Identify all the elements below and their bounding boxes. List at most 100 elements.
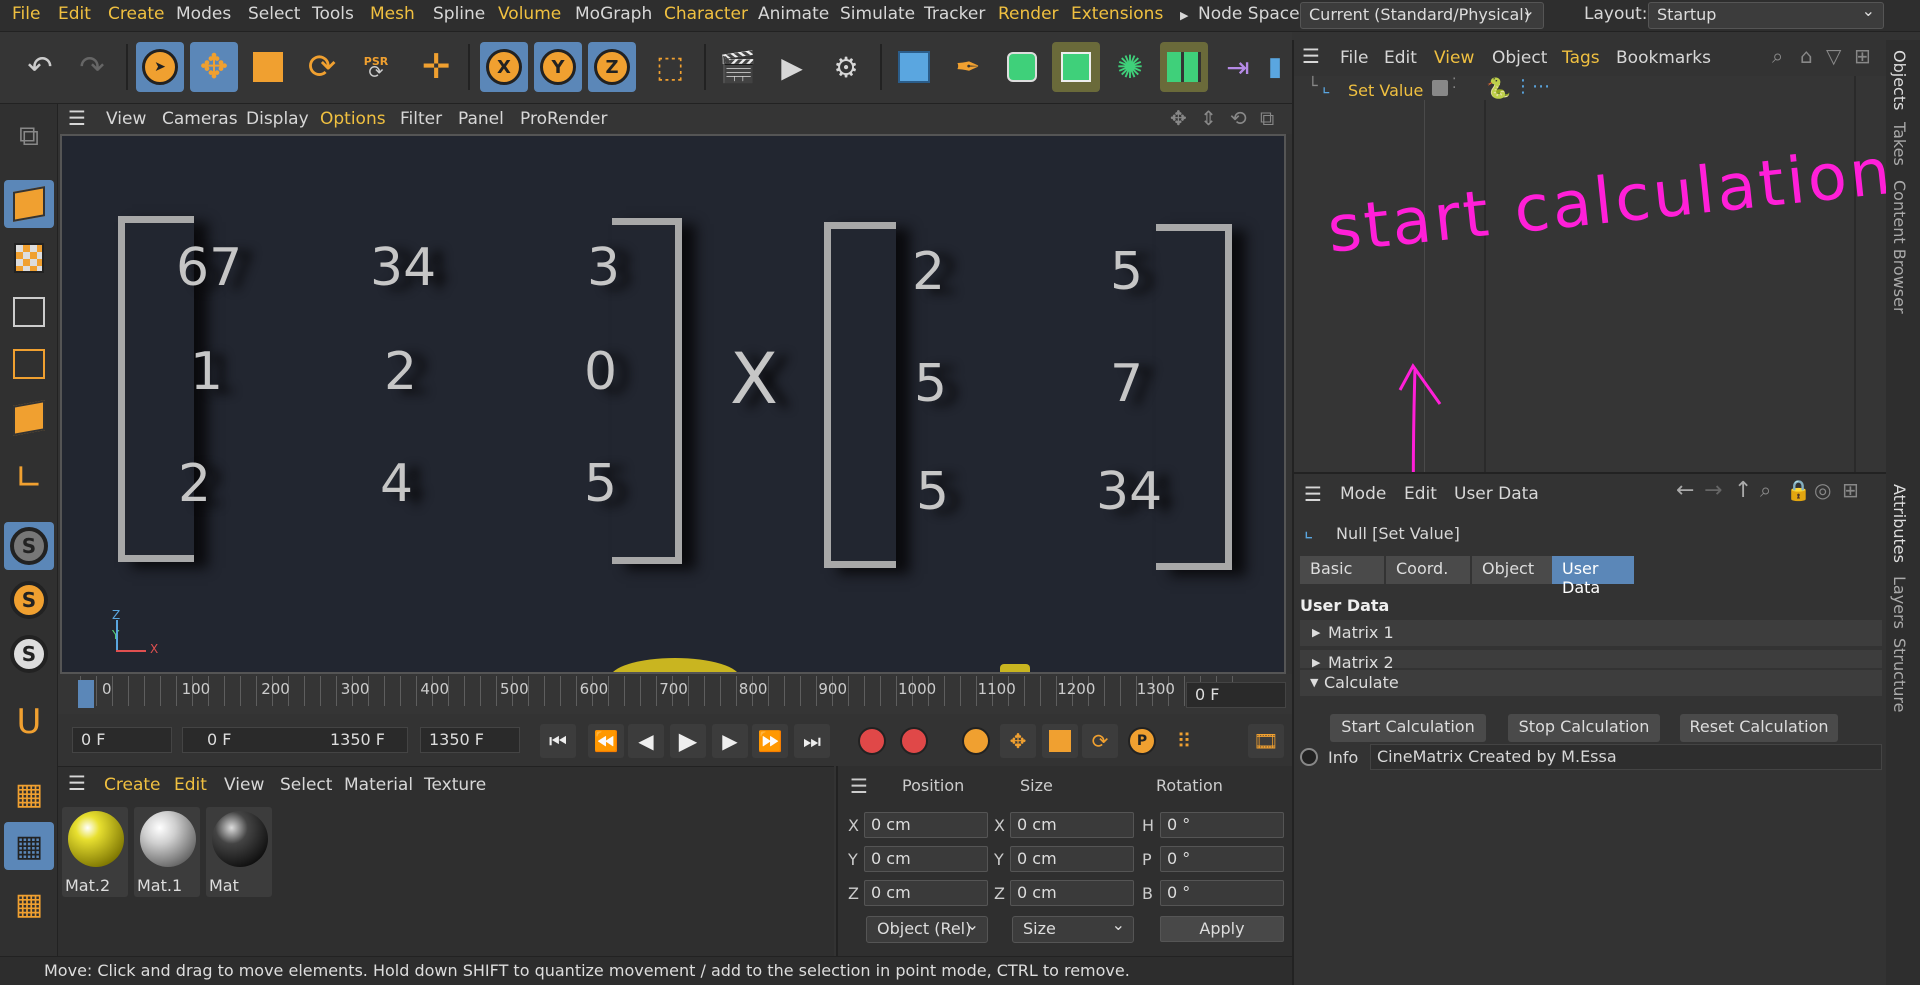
tab-content-browser[interactable]: Content Browser	[1890, 180, 1909, 314]
hamburger-menu-icon[interactable]: ☰	[68, 106, 86, 130]
key-rotation-icon[interactable]: ⟳	[1082, 724, 1118, 758]
workplane-icon[interactable]: ▦	[4, 770, 54, 818]
viewport-menu-panel[interactable]: Panel	[458, 109, 504, 129]
tab-layers[interactable]: Layers	[1890, 576, 1909, 629]
menu-render[interactable]: Render	[998, 4, 1059, 24]
lock-icon[interactable]: 🔒	[1786, 478, 1811, 502]
previous-key-icon[interactable]: ⏪	[588, 724, 624, 758]
menu-mograph[interactable]: MoGraph	[575, 4, 652, 24]
menu-edit[interactable]: Edit	[58, 4, 91, 24]
info-radio-icon[interactable]	[1300, 748, 1318, 766]
tab-takes[interactable]: Takes	[1890, 122, 1909, 166]
rotation-h-field[interactable]: 0 °	[1160, 812, 1284, 838]
next-frame-icon[interactable]: ▶	[712, 724, 748, 758]
key-position-icon[interactable]: ✥	[1000, 724, 1036, 758]
up-arrow-icon[interactable]: ↑	[1734, 478, 1752, 503]
world-coordinates-icon[interactable]: ⬚	[646, 42, 694, 92]
size-mode-dropdown[interactable]: Size	[1012, 915, 1134, 943]
position-x-field[interactable]: 0 cm	[864, 812, 988, 838]
attributes-menu-edit[interactable]: Edit	[1404, 484, 1437, 504]
object-name[interactable]: Set Value	[1348, 81, 1423, 100]
menu-character[interactable]: Character	[664, 4, 748, 24]
rotation-p-field[interactable]: 0 °	[1160, 846, 1284, 872]
menu-select[interactable]: Select	[248, 4, 300, 24]
menu-file[interactable]: File	[12, 4, 40, 24]
viewport-menu-cameras[interactable]: Cameras	[162, 109, 238, 129]
material-swatch[interactable]: Mat.1	[134, 807, 200, 897]
edit-visibility-icon[interactable]	[1432, 80, 1448, 96]
tab-objects[interactable]: Objects	[1890, 50, 1909, 110]
size-x-field[interactable]: 0 cm	[1010, 812, 1134, 838]
objects-menu-file[interactable]: File	[1340, 48, 1368, 68]
group-calculate[interactable]: ▼ Calculate	[1300, 670, 1882, 696]
workplane-snap-icon[interactable]: S	[4, 630, 54, 678]
menu-create[interactable]: Create	[108, 4, 165, 24]
key-pla-icon[interactable]: ⠿	[1166, 724, 1202, 758]
back-arrow-icon[interactable]: ←	[1676, 478, 1694, 503]
objects-menu-object[interactable]: Object	[1492, 48, 1547, 68]
tab-attributes[interactable]: Attributes	[1890, 484, 1909, 563]
move-tool-icon[interactable]: ✥	[190, 42, 238, 92]
snap-settings-icon[interactable]: S	[4, 576, 54, 624]
menu-tracker[interactable]: Tracker	[924, 4, 985, 24]
viewport-menu-view[interactable]: View	[106, 109, 146, 129]
render-visibility-icon[interactable]: ⁚	[1452, 76, 1456, 92]
material-swatch[interactable]: Mat	[206, 807, 272, 897]
autokey-icon[interactable]	[896, 724, 932, 758]
tab-user-data[interactable]: User Data	[1552, 556, 1634, 597]
current-frame-field[interactable]: 0 F	[1186, 682, 1286, 708]
forward-arrow-icon[interactable]: →	[1704, 478, 1722, 503]
tab-object[interactable]: Object	[1472, 556, 1556, 584]
playhead[interactable]	[78, 680, 94, 708]
menu-extensions[interactable]: Extensions	[1071, 4, 1163, 24]
polygons-mode-icon[interactable]	[4, 394, 54, 442]
frame-range-slider[interactable]: 0 F 1350 F	[182, 727, 408, 753]
hamburger-menu-icon[interactable]: ☰	[68, 771, 86, 795]
psr-tool-icon[interactable]: PSR ⟳	[352, 42, 400, 92]
attributes-menu-mode[interactable]: Mode	[1340, 484, 1386, 504]
target-icon[interactable]: ◎	[1814, 478, 1831, 502]
size-y-field[interactable]: 0 cm	[1010, 846, 1134, 872]
pan-view-icon[interactable]: ✥	[1170, 106, 1187, 130]
object-row[interactable]: └ ⌞ Set Value ⁚ 🐍 ⋮⋯	[1294, 76, 1888, 106]
snap-enable-icon[interactable]: S	[4, 522, 54, 570]
material-swatch[interactable]: Mat.2	[62, 807, 128, 897]
info-field[interactable]: CineMatrix Created by M.Essa	[1370, 744, 1882, 770]
new-panel-icon[interactable]: ⊞	[1842, 478, 1859, 502]
go-to-end-icon[interactable]: ⏭	[794, 724, 830, 758]
render-settings-icon[interactable]: ⚙	[822, 42, 870, 92]
pen-spline-icon[interactable]: ✒	[944, 42, 992, 92]
x-axis-lock-button[interactable]: X	[480, 42, 528, 92]
home-icon[interactable]: ⌂	[1800, 44, 1813, 68]
menu-mesh[interactable]: Mesh	[370, 4, 415, 24]
keyframe-selection-icon[interactable]	[958, 724, 994, 758]
go-to-start-icon[interactable]: ⏮	[540, 724, 576, 758]
redo-icon[interactable]: ↷	[68, 42, 116, 92]
rotate-view-icon[interactable]: ⟲	[1230, 106, 1247, 130]
model-mode-icon[interactable]	[4, 180, 54, 228]
hamburger-menu-icon[interactable]: ☰	[1304, 482, 1322, 506]
menu-modes[interactable]: Modes	[176, 4, 231, 24]
mograph-cloner-icon[interactable]: ✺	[1106, 42, 1154, 92]
make-editable-icon[interactable]: ⧉	[4, 112, 54, 160]
menu-spline[interactable]: Spline	[433, 4, 485, 24]
coordinate-system-icon[interactable]: ✛	[412, 42, 460, 92]
objects-menu-bookmarks[interactable]: Bookmarks	[1616, 48, 1711, 68]
material-menu-material[interactable]: Material	[344, 775, 413, 795]
zoom-view-icon[interactable]: ⇕	[1200, 106, 1217, 130]
coordinate-mode-dropdown[interactable]: Object (Rel)	[866, 915, 988, 943]
array-cloner-icon[interactable]	[1160, 42, 1208, 92]
key-parameter-icon[interactable]: P	[1124, 724, 1160, 758]
new-panel-icon[interactable]: ⊞	[1854, 44, 1871, 68]
undo-icon[interactable]: ↶	[16, 42, 64, 92]
cube-primitive-icon[interactable]	[890, 42, 938, 92]
timeline-window-icon[interactable]: 🎞	[1248, 724, 1284, 758]
search-icon[interactable]: ⌕	[1772, 44, 1783, 68]
workplane-align-icon[interactable]: ▦	[4, 880, 54, 928]
reset-calculation-button[interactable]: Reset Calculation	[1680, 714, 1838, 742]
start-calculation-button[interactable]: Start Calculation	[1330, 714, 1486, 742]
tab-coord[interactable]: Coord.	[1386, 556, 1470, 584]
search-icon[interactable]: ⌕	[1760, 478, 1771, 502]
size-z-field[interactable]: 0 cm	[1010, 880, 1134, 906]
material-menu-view[interactable]: View	[224, 775, 264, 795]
